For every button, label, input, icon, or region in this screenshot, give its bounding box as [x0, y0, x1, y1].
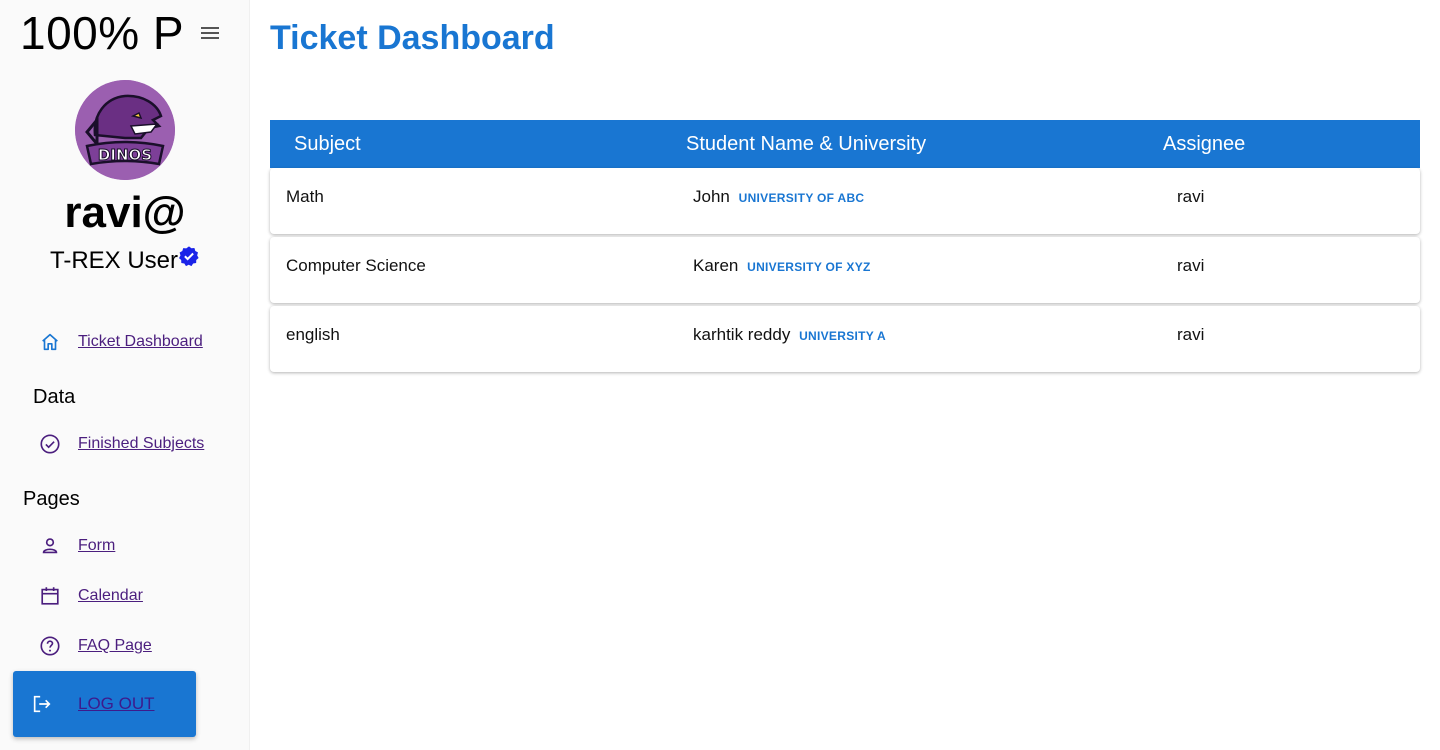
section-label-pages: Pages	[23, 488, 80, 510]
user-role-label: T-REX User	[49, 247, 178, 274]
sidebar-item-form[interactable]: Form	[38, 534, 115, 558]
check-circle-icon	[38, 432, 62, 456]
table-row[interactable]: Computer Science Karen UNIVERSITY OF XYZ…	[270, 237, 1420, 303]
cell-subject: Computer Science	[286, 256, 426, 275]
sidebar-item-finished-subjects[interactable]: Finished Subjects	[38, 432, 204, 456]
logout-icon	[33, 695, 51, 713]
sidebar-item-label[interactable]: Form	[78, 537, 115, 555]
student-name: John	[693, 187, 730, 206]
sidebar: 100% P DINOS ravi@ T-REX User Ticket Das…	[0, 0, 250, 750]
brand-logo: 100% P	[20, 7, 185, 59]
ticket-table: Subject Student Name & University Assign…	[270, 120, 1420, 375]
logout-label[interactable]: LOG OUT	[78, 694, 155, 714]
cell-subject: Math	[286, 187, 324, 206]
table-row[interactable]: english karhtik reddy UNIVERSITY A ravi	[270, 306, 1420, 372]
cell-student: Karen UNIVERSITY OF XYZ	[693, 256, 1177, 276]
cell-student: John UNIVERSITY OF ABC	[693, 187, 1177, 207]
avatar-text: DINOS	[98, 146, 152, 164]
university-badge: UNIVERSITY A	[799, 329, 887, 343]
section-label-data: Data	[33, 386, 76, 408]
brand-row: 100% P	[20, 6, 184, 60]
calendar-icon	[38, 584, 62, 608]
person-icon	[38, 534, 62, 558]
sidebar-item-label[interactable]: Calendar	[78, 587, 143, 605]
username: ravi@	[64, 188, 186, 237]
help-circle-icon	[38, 634, 62, 658]
table-header: Subject Student Name & University Assign…	[270, 120, 1420, 168]
sidebar-item-ticket-dashboard[interactable]: Ticket Dashboard	[38, 330, 203, 354]
sidebar-item-label[interactable]: FAQ Page	[78, 637, 152, 655]
home-icon	[38, 330, 62, 354]
sidebar-item-label[interactable]: Ticket Dashboard	[78, 333, 203, 351]
cell-assignee: ravi	[1177, 256, 1205, 275]
sidebar-item-calendar[interactable]: Calendar	[38, 584, 143, 608]
verified-badge-icon	[179, 246, 199, 267]
column-header-student[interactable]: Student Name & University	[686, 133, 1163, 156]
cell-subject: english	[286, 325, 340, 344]
hamburger-icon-line	[201, 37, 219, 39]
cell-student: karhtik reddy UNIVERSITY A	[693, 325, 1177, 345]
menu-toggle-button[interactable]	[199, 24, 221, 46]
cell-assignee: ravi	[1177, 325, 1205, 344]
university-badge: UNIVERSITY OF XYZ	[747, 260, 871, 274]
logout-button[interactable]: LOG OUT	[13, 671, 196, 737]
column-header-assignee[interactable]: Assignee	[1163, 133, 1420, 156]
hamburger-icon-line	[201, 32, 219, 34]
student-name: Karen	[693, 256, 739, 275]
cell-assignee: ravi	[1177, 187, 1205, 206]
hamburger-icon	[201, 27, 219, 29]
dino-logo-icon: DINOS	[75, 80, 175, 180]
page-title: Ticket Dashboard	[270, 19, 555, 57]
user-role: T-REX User	[0, 246, 250, 275]
column-header-subject[interactable]: Subject	[270, 133, 686, 156]
student-name: karhtik reddy	[693, 325, 791, 344]
sidebar-item-faq[interactable]: FAQ Page	[38, 634, 152, 658]
table-row[interactable]: Math John UNIVERSITY OF ABC ravi	[270, 168, 1420, 234]
avatar: DINOS	[75, 80, 175, 180]
sidebar-item-label[interactable]: Finished Subjects	[78, 435, 204, 453]
university-badge: UNIVERSITY OF ABC	[738, 191, 865, 205]
